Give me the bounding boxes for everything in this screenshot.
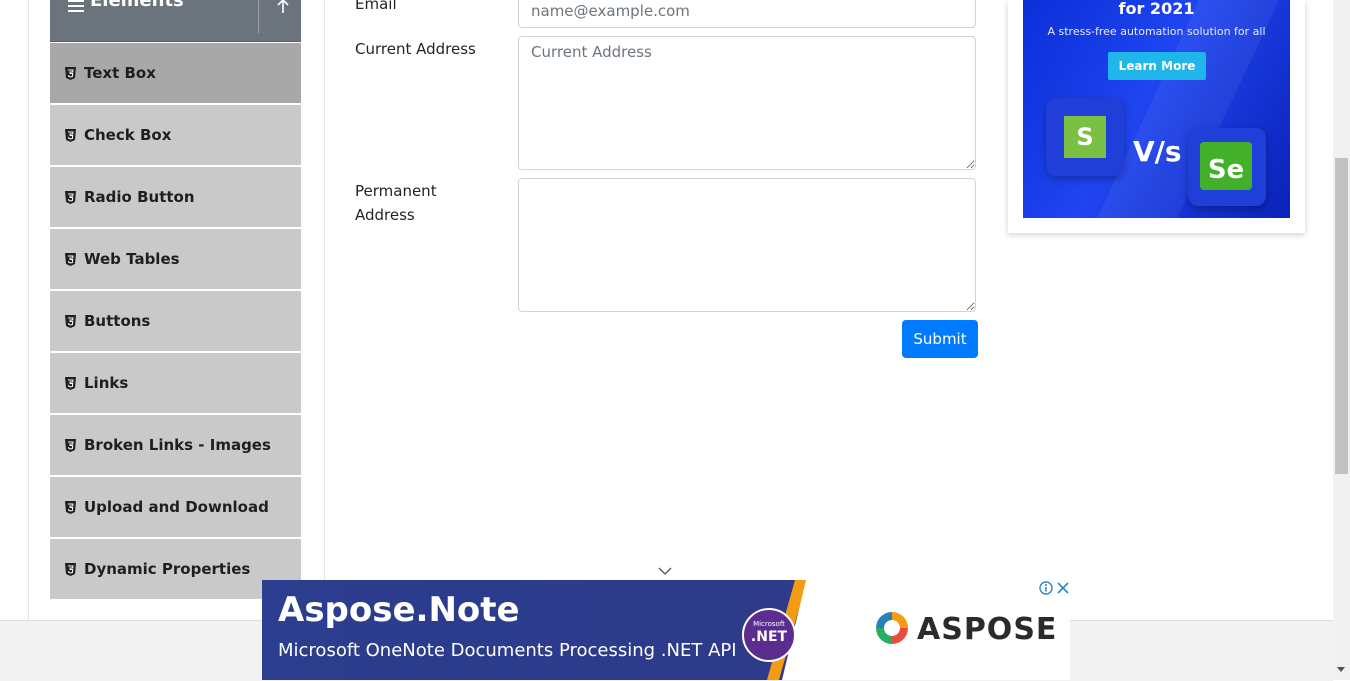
ad-choices-icon[interactable]: [1038, 580, 1054, 596]
html5-icon: [65, 563, 76, 576]
bottom-ad-title: Aspose.Note: [278, 590, 520, 630]
sidebar-item-buttons[interactable]: Buttons: [50, 290, 301, 352]
selenium-logo-icon: Se: [1188, 128, 1266, 206]
aspose-logo-icon: [876, 612, 908, 644]
learn-more-button[interactable]: Learn More: [1108, 52, 1206, 80]
header-separator: [258, 0, 259, 33]
scrollbar-thumb[interactable]: [1335, 158, 1348, 474]
bottom-ad-banner[interactable]: Aspose.Note Microsoft OneNote Documents …: [262, 580, 1070, 680]
html5-icon: [65, 315, 76, 328]
html5-icon: [65, 191, 76, 204]
sidebar-item-label: Upload and Download: [84, 498, 269, 516]
sidebar-item-web-tables[interactable]: Web Tables: [50, 228, 301, 290]
html5-icon: [65, 377, 76, 390]
selenium-logo-text: Se: [1200, 142, 1252, 190]
aspose-brand-text: ASPOSE: [917, 612, 1058, 647]
sidebar-item-label: Broken Links - Images: [84, 436, 271, 454]
permanent-address-label-line1: Permanent: [355, 182, 437, 200]
permanent-address-textarea[interactable]: [518, 178, 976, 312]
sidebar: Elements Text Box Check Box Radio Button…: [50, 0, 301, 600]
sidebar-item-text-box[interactable]: Text Box: [50, 42, 301, 104]
permanent-address-label: Permanent Address: [355, 179, 437, 227]
email-input[interactable]: [518, 0, 976, 28]
menu-icon: [68, 0, 84, 15]
katalon-logo-icon: S: [1046, 98, 1124, 176]
group-title: Elements: [90, 0, 184, 11]
ad-subtext: A stress-free automation solution for al…: [1047, 25, 1266, 38]
sidebar-item-broken-links[interactable]: Broken Links - Images: [50, 414, 301, 476]
ad-headline: for 2021: [1118, 0, 1195, 18]
sidebar-item-label: Links: [84, 374, 129, 392]
current-address-label: Current Address: [355, 40, 476, 58]
sidebar-item-label: Buttons: [84, 312, 151, 330]
sidebar-item-radio-button[interactable]: Radio Button: [50, 166, 301, 228]
scroll-down-arrow-icon[interactable]: [1336, 662, 1346, 676]
html5-icon: [65, 501, 76, 514]
sidebar-item-label: Text Box: [84, 64, 156, 82]
sidebar-item-links[interactable]: Links: [50, 352, 301, 414]
sidebar-divider: [324, 0, 325, 620]
katalon-logo-letter: S: [1064, 116, 1106, 158]
email-label: Email: [355, 0, 397, 13]
collapse-up-icon[interactable]: [275, 0, 291, 14]
sidebar-item-label: Radio Button: [84, 188, 195, 206]
permanent-address-label-line2: Address: [355, 206, 415, 224]
elements-group-header[interactable]: Elements: [50, 0, 301, 42]
ad-close-icon[interactable]: [1055, 580, 1071, 596]
html5-icon: [65, 129, 76, 142]
right-ad-card[interactable]: for 2021 A stress-free automation soluti…: [1008, 0, 1305, 233]
bottom-ad-subtitle: Microsoft OneNote Documents Processing .…: [278, 640, 737, 661]
sidebar-item-upload-download[interactable]: Upload and Download: [50, 476, 301, 538]
sidebar-item-check-box[interactable]: Check Box: [50, 104, 301, 166]
html5-icon: [65, 253, 76, 266]
dotnet-badge-small: Microsoft: [753, 620, 785, 628]
dotnet-badge: Microsoft .NET: [742, 608, 796, 662]
submit-button[interactable]: Submit: [902, 320, 978, 358]
page-border: [28, 0, 29, 620]
html5-icon: [65, 439, 76, 452]
sidebar-item-label: Web Tables: [84, 250, 180, 268]
versus-text: V/s: [1133, 135, 1182, 168]
chevron-down-icon[interactable]: [658, 566, 672, 576]
sidebar-item-label: Dynamic Properties: [84, 560, 251, 578]
html5-icon: [65, 67, 76, 80]
dotnet-badge-text: .NET: [750, 629, 788, 645]
current-address-textarea[interactable]: [518, 36, 976, 170]
sidebar-item-label: Check Box: [84, 126, 172, 144]
right-ad-banner[interactable]: for 2021 A stress-free automation soluti…: [1023, 0, 1290, 218]
